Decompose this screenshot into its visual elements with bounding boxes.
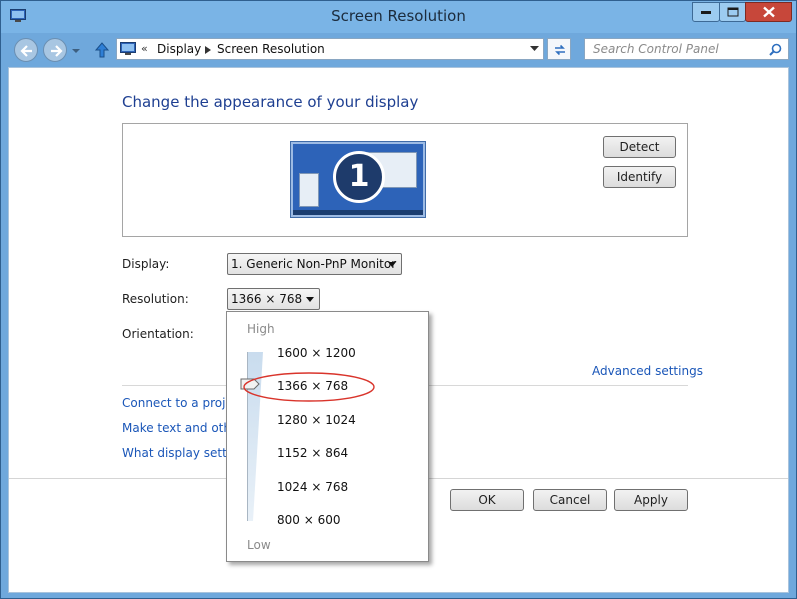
detect-button[interactable]: Detect: [603, 136, 676, 158]
breadcrumb-display[interactable]: Display: [157, 42, 201, 56]
connect-projector-link[interactable]: Connect to a projec: [122, 396, 239, 410]
close-button[interactable]: [745, 2, 792, 22]
high-label: High: [247, 322, 275, 336]
resolution-label: Resolution:: [122, 292, 189, 306]
resolution-dropdown-popup: High 1600 × 1200 1366 × 768 1280 × 1024 …: [226, 311, 429, 562]
resolution-option[interactable]: 1600 × 1200: [277, 346, 356, 360]
selection-highlight-ellipse: [243, 372, 375, 402]
refresh-icon: [555, 44, 565, 56]
search-placeholder: Search Control Panel: [593, 42, 719, 56]
advanced-settings-link[interactable]: Advanced settings: [592, 364, 703, 378]
display-label: Display:: [122, 257, 170, 271]
display-select[interactable]: 1. Generic Non-PnP Monitor: [227, 253, 402, 275]
resolution-option[interactable]: 1024 × 768: [277, 480, 348, 494]
resolution-option[interactable]: 1280 × 1024: [277, 413, 356, 427]
navigation-bar: « Display Screen Resolution Search Contr…: [1, 33, 796, 67]
screen-resolution-window: Screen Resolution « Display Screen Resol…: [0, 0, 797, 599]
apply-button[interactable]: Apply: [614, 489, 688, 511]
maximize-button[interactable]: [719, 2, 746, 22]
back-arrow-icon: [20, 45, 32, 57]
forward-arrow-icon: [51, 45, 63, 57]
recent-pages-dropdown[interactable]: [71, 46, 81, 56]
up-arrow-icon[interactable]: [93, 41, 111, 59]
refresh-button[interactable]: [547, 38, 571, 60]
search-icon[interactable]: [769, 43, 782, 56]
minimize-button[interactable]: [692, 2, 720, 22]
display-select-value: 1. Generic Non-PnP Monitor: [231, 257, 397, 271]
resolution-option[interactable]: 800 × 600: [277, 513, 341, 527]
resolution-option[interactable]: 1152 × 864: [277, 446, 348, 460]
chevron-down-icon: [388, 262, 396, 267]
minimize-icon: [701, 11, 711, 14]
search-box[interactable]: Search Control Panel: [584, 38, 789, 60]
maximize-icon: [727, 7, 738, 17]
close-icon: [762, 6, 775, 18]
monitor-window-graphic: [299, 173, 319, 207]
chevron-down-icon: [306, 297, 314, 302]
monitor-1-thumbnail[interactable]: 1: [291, 142, 425, 217]
resolution-select[interactable]: 1366 × 768: [227, 288, 320, 310]
back-button[interactable]: [14, 38, 38, 62]
ok-button[interactable]: OK: [450, 489, 524, 511]
breadcrumb-overflow[interactable]: «: [141, 42, 148, 55]
resolution-select-value: 1366 × 768: [231, 292, 303, 306]
display-preview-panel: 1 Detect Identify: [122, 123, 688, 237]
orientation-label: Orientation:: [122, 327, 194, 341]
page-heading: Change the appearance of your display: [122, 93, 419, 111]
address-bar[interactable]: « Display Screen Resolution: [116, 38, 544, 60]
title-bar: Screen Resolution: [1, 1, 796, 33]
breadcrumb-screen-resolution[interactable]: Screen Resolution: [217, 42, 325, 56]
control-panel-icon: [120, 42, 136, 55]
cancel-button[interactable]: Cancel: [533, 489, 607, 511]
identify-button[interactable]: Identify: [603, 166, 676, 188]
monitor-taskbar-graphic: [293, 210, 423, 215]
window-title: Screen Resolution: [331, 7, 466, 25]
address-dropdown-icon[interactable]: [530, 46, 539, 52]
low-label: Low: [247, 538, 271, 552]
forward-button[interactable]: [43, 38, 67, 62]
breadcrumb-separator-icon[interactable]: [205, 46, 211, 54]
monitor-number-badge: 1: [333, 151, 385, 203]
